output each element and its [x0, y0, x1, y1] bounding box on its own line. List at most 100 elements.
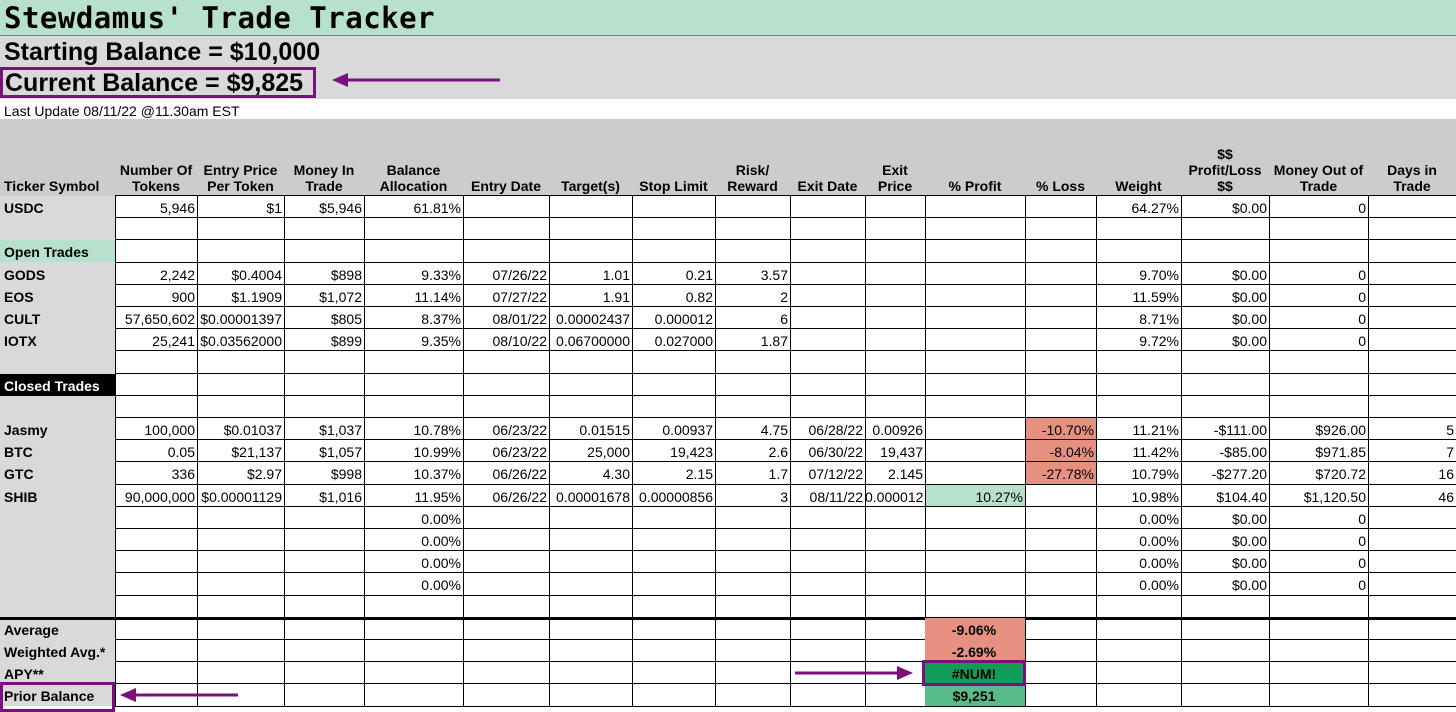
profit-loss-cell: $0.00	[1231, 289, 1267, 305]
target-cell: 1.01	[602, 267, 630, 283]
row-line	[115, 262, 1456, 263]
open-trades-text: Open Trades	[4, 244, 89, 260]
profit-pct-cell: 10.27%	[975, 489, 1023, 505]
header-allocation: Balance Allocation	[379, 162, 448, 194]
header-money-in: Money In Trade	[293, 162, 355, 194]
money-in-cell: $1,057	[319, 444, 362, 460]
stop-limit-cell: 0.00000856	[639, 489, 713, 505]
weight-cell: 0.00%	[1139, 533, 1179, 549]
header-target: Target(s)	[561, 178, 620, 194]
entry-price-cell: $0.4004	[231, 267, 282, 283]
header-stop-limit: Stop Limit	[639, 178, 708, 194]
weight-cell: 9.70%	[1139, 267, 1179, 283]
money-out-cell: 0	[1358, 311, 1366, 327]
ticker-usdc: USDC	[4, 200, 44, 216]
header-exit-price: Exit Price	[877, 162, 913, 194]
money-out-cell: 0	[1358, 267, 1366, 283]
entry-date-cell: 08/10/22	[492, 333, 548, 349]
header-weight: Weight	[1115, 178, 1162, 194]
allocation-cell: 61.81%	[413, 200, 461, 216]
loss-pct-cell: -27.78%	[1041, 466, 1094, 482]
entry-date-cell: 07/26/22	[492, 267, 548, 283]
apy-arrow-icon	[795, 666, 913, 680]
profit-loss-cell: $0.00	[1231, 200, 1267, 216]
weight-cell: 0.00%	[1139, 511, 1179, 527]
exit-date-cell: 06/28/22	[808, 422, 864, 438]
days-cell: 5	[1446, 422, 1454, 438]
weight-cell: 10.98%	[1131, 489, 1179, 505]
exit-price-cell: 0.00926	[872, 422, 923, 438]
profit-loss-cell: $104.40	[1216, 489, 1267, 505]
allocation-cell: 9.33%	[421, 267, 461, 283]
allocation-cell: 0.00%	[421, 511, 461, 527]
stop-limit-cell: 0.82	[685, 289, 713, 305]
target-cell: 25,000	[587, 444, 630, 460]
money-in-cell: $805	[330, 311, 362, 327]
tokens-cell: 336	[171, 466, 195, 482]
money-out-cell: 0	[1358, 333, 1366, 349]
profit-loss-cell: -$85.00	[1219, 444, 1267, 460]
money-out-cell: 0	[1358, 577, 1366, 593]
weight-cell: 64.27%	[1131, 200, 1179, 216]
tokens-cell: 900	[171, 289, 195, 305]
current-balance: Current Balance = $9,825	[5, 69, 304, 97]
stop-limit-cell: 2.15	[685, 466, 713, 482]
money-in-cell: $1,016	[319, 489, 362, 505]
allocation-cell: 8.37%	[421, 311, 461, 327]
sheet-title: Stewdamus' Trade Tracker	[4, 1, 436, 35]
header-risk-reward: Risk/ Reward	[727, 162, 778, 194]
tokens-cell: 0.05	[167, 444, 195, 460]
header-loss-pct: % Loss	[1035, 178, 1085, 194]
prior-balance-value: $9,251	[952, 688, 996, 704]
weighted-avg-label: Weighted Avg.*	[4, 644, 106, 660]
average-value: -9.06%	[951, 622, 997, 638]
money-in-cell: $1,072	[319, 289, 362, 305]
profit-loss-cell: $0.00	[1231, 577, 1267, 593]
tokens-cell: 57,650,602	[124, 311, 195, 327]
money-out-cell: $926.00	[1315, 422, 1366, 438]
money-in-cell: $5,946	[319, 200, 362, 216]
header-exit-date: Exit Date	[797, 178, 858, 194]
tokens-cell: 2,242	[159, 267, 195, 283]
average-label: Average	[4, 622, 59, 638]
allocation-cell: 10.37%	[413, 466, 461, 482]
stop-limit-cell: 0.00937	[662, 422, 713, 438]
profit-loss-cell: $0.00	[1231, 333, 1267, 349]
risk-reward-cell: 2	[780, 289, 788, 305]
ticker-shib: SHIB	[4, 489, 38, 505]
ticker-cult: CULT	[4, 311, 41, 327]
row-line	[115, 417, 1456, 418]
row-line	[115, 395, 1456, 396]
days-cell: 16	[1438, 466, 1454, 482]
header-days: Days in Trade	[1387, 162, 1437, 194]
profit-loss-cell: -$111.00	[1213, 422, 1267, 438]
allocation-cell: 11.14%	[414, 289, 461, 305]
weight-cell: 0.00%	[1139, 555, 1179, 571]
header-profit-pct: % Profit	[948, 178, 1002, 194]
allocation-cell: 9.35%	[421, 333, 461, 349]
starting-balance: Starting Balance = $10,000	[4, 38, 321, 66]
allocation-cell: 0.00%	[421, 555, 461, 571]
row-line	[115, 661, 1456, 662]
target-cell: 0.06700000	[556, 333, 630, 349]
loss-pct-cell: -10.70%	[1041, 422, 1094, 438]
allocation-cell: 0.00%	[421, 577, 461, 593]
entry-date-cell: 06/23/22	[492, 422, 548, 438]
header-entry-date: Entry Date	[470, 178, 542, 194]
risk-reward-cell: 3.57	[760, 267, 788, 283]
exit-date-cell: 08/11/22	[809, 489, 863, 505]
target-cell: 0.00001678	[556, 489, 630, 505]
entry-price-cell: $0.01037	[223, 422, 282, 438]
allocation-cell: 10.99%	[413, 444, 461, 460]
days-cell: 7	[1446, 444, 1454, 460]
money-out-cell: 0	[1358, 200, 1366, 216]
money-out-cell: $971.85	[1315, 444, 1366, 460]
exit-price-cell: 2.145	[887, 466, 923, 482]
header-profit-loss: $$ Profit/Loss $$	[1188, 146, 1262, 194]
allocation-cell: 10.78%	[413, 422, 461, 438]
stop-limit-cell: 0.027000	[654, 333, 713, 349]
ticker-eos: EOS	[4, 289, 34, 305]
weight-cell: 8.71%	[1139, 311, 1179, 327]
row-line	[115, 706, 1456, 707]
money-out-cell: 0	[1358, 289, 1366, 305]
